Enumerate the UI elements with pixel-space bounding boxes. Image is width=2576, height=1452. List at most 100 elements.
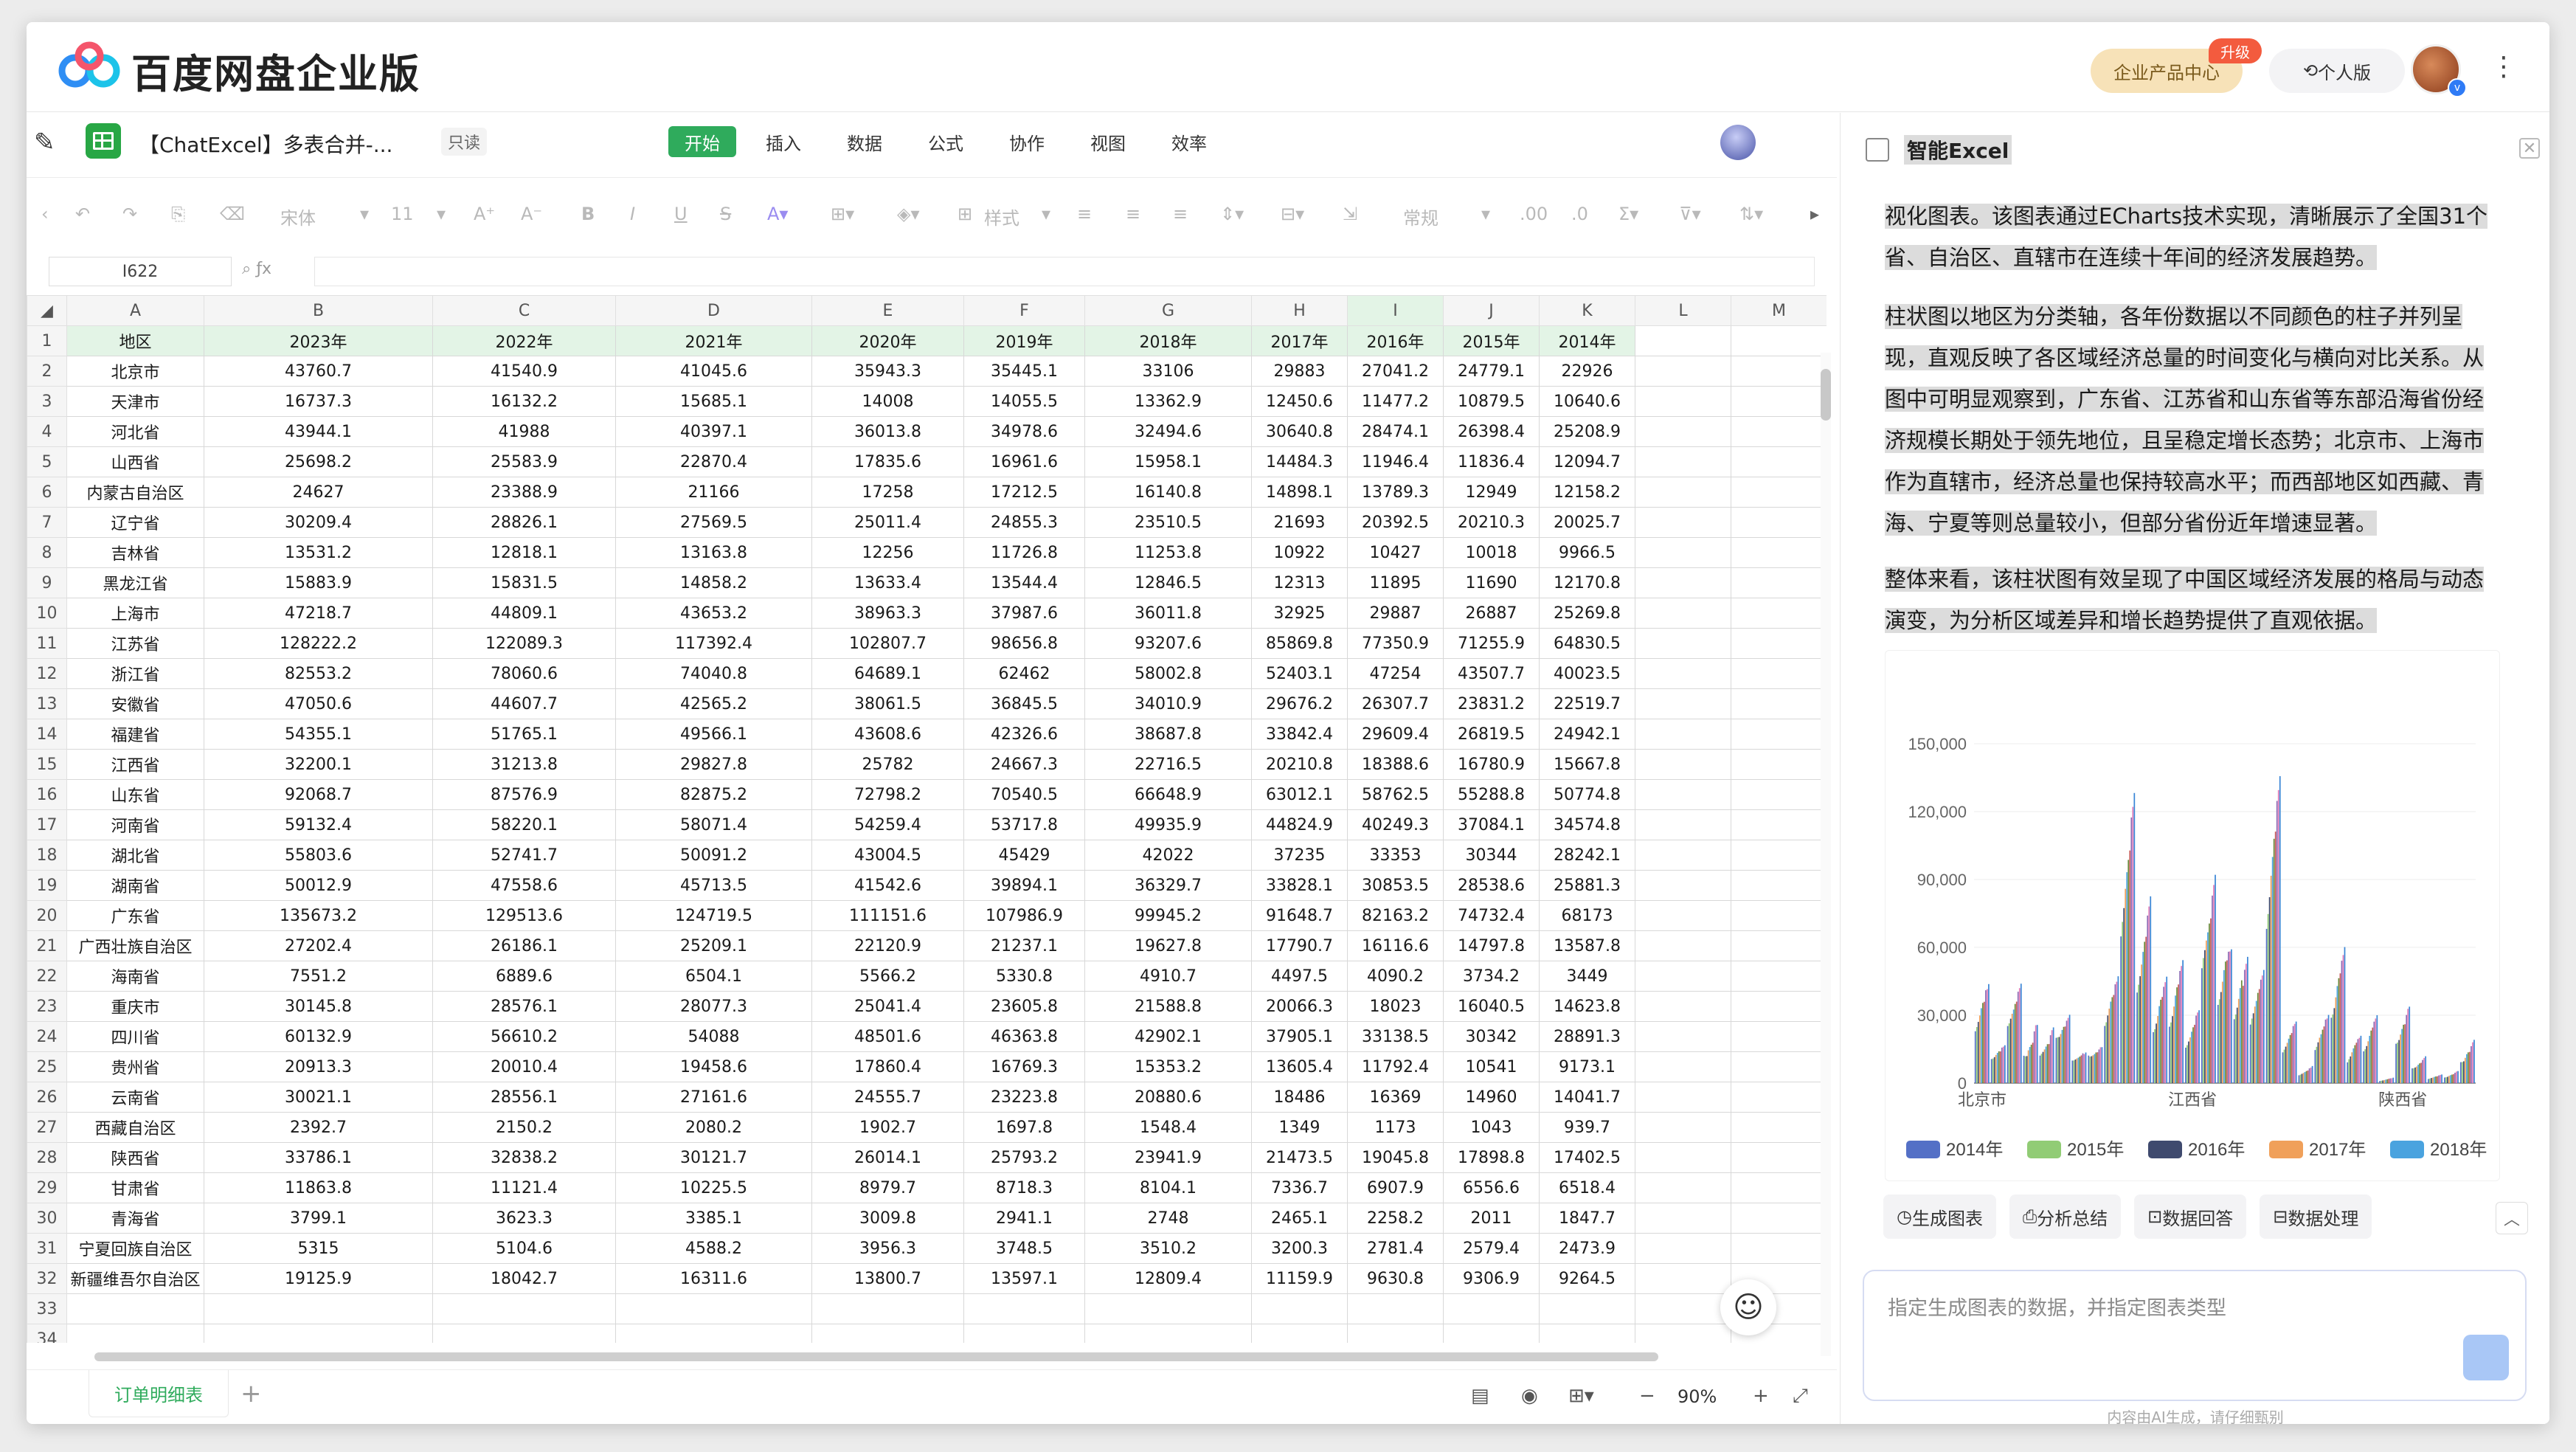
cell[interactable]: 25881.3	[1539, 870, 1635, 901]
cell[interactable]	[1731, 870, 1827, 901]
name-box[interactable]: I622	[49, 257, 232, 286]
cell[interactable]: 34978.6	[963, 416, 1085, 447]
cell[interactable]	[1635, 961, 1731, 992]
cell[interactable]: 27202.4	[204, 930, 433, 961]
cell[interactable]: 33786.1	[204, 1142, 433, 1173]
cell[interactable]: 58002.8	[1084, 658, 1252, 689]
cell[interactable]: 28576.1	[432, 991, 616, 1022]
cell[interactable]	[1731, 325, 1827, 356]
cell[interactable]: 2023年	[204, 325, 433, 356]
cell[interactable]: 25208.9	[1539, 416, 1635, 447]
cell[interactable]: 42902.1	[1084, 1021, 1252, 1052]
cell[interactable]: 12450.6	[1251, 386, 1348, 417]
cell[interactable]: 25583.9	[432, 446, 616, 477]
row-header[interactable]: 10	[27, 598, 67, 629]
row-header[interactable]: 12	[27, 658, 67, 689]
cell[interactable]: 1847.7	[1539, 1203, 1635, 1234]
cell[interactable]: 6504.1	[615, 961, 812, 992]
cell[interactable]: 12094.7	[1539, 446, 1635, 477]
zoom-out-icon[interactable]: −	[1639, 1385, 1655, 1407]
align-center-icon[interactable]: ≡	[1126, 204, 1140, 224]
cell[interactable]: 23510.5	[1084, 507, 1252, 538]
cell[interactable]: 19125.9	[204, 1263, 433, 1294]
cell[interactable]: 11121.4	[432, 1172, 616, 1203]
cell[interactable]: 63012.1	[1251, 779, 1348, 810]
decimal-increase-icon[interactable]: .00	[1520, 204, 1548, 224]
cell[interactable]	[1731, 749, 1827, 780]
cell[interactable]	[1347, 1324, 1444, 1343]
cell[interactable]: 新疆维吾尔自治区	[66, 1263, 204, 1294]
cell[interactable]: 60132.9	[204, 1021, 433, 1052]
cell[interactable]: 32494.6	[1084, 416, 1252, 447]
cell[interactable]: 30145.8	[204, 991, 433, 1022]
cell[interactable]: 11726.8	[963, 537, 1085, 568]
cell[interactable]: 7336.7	[1251, 1172, 1348, 1203]
cell[interactable]: 30209.4	[204, 507, 433, 538]
row-header[interactable]: 30	[27, 1203, 67, 1234]
cell[interactable]	[1731, 900, 1827, 931]
cell[interactable]: 10640.6	[1539, 386, 1635, 417]
cell[interactable]	[1635, 356, 1731, 387]
cell[interactable]: 11477.2	[1347, 386, 1444, 417]
cell[interactable]: 36013.8	[811, 416, 964, 447]
cell[interactable]	[1635, 598, 1731, 629]
align-right-icon[interactable]: ≡	[1173, 204, 1188, 224]
zoom-in-icon[interactable]: +	[1753, 1385, 1769, 1407]
cell[interactable]: 66648.9	[1084, 779, 1252, 810]
row-header[interactable]: 6	[27, 477, 67, 508]
row-header[interactable]: 33	[27, 1293, 67, 1324]
cell[interactable]: 2017年	[1251, 325, 1348, 356]
cell[interactable]: 38963.3	[811, 598, 964, 629]
horizontal-scroll-thumb[interactable]	[94, 1352, 1658, 1361]
cell[interactable]: 42326.6	[963, 719, 1085, 750]
cell[interactable]: 河北省	[66, 416, 204, 447]
cell[interactable]: 30344	[1443, 840, 1540, 871]
cell[interactable]: 广西壮族自治区	[66, 930, 204, 961]
cell[interactable]	[1635, 507, 1731, 538]
cell[interactable]: 3623.3	[432, 1203, 616, 1234]
collapse-icon[interactable]: ︿	[2496, 1202, 2528, 1234]
cell[interactable]	[1443, 1293, 1540, 1324]
cell[interactable]: 102807.7	[811, 628, 964, 659]
cell[interactable]: 62462	[963, 658, 1085, 689]
cell[interactable]: 11253.8	[1084, 537, 1252, 568]
cell[interactable]: 25269.8	[1539, 598, 1635, 629]
cell[interactable]	[1731, 1082, 1827, 1113]
cell[interactable]: 46363.8	[963, 1021, 1085, 1052]
cell[interactable]: 14484.3	[1251, 446, 1348, 477]
cell[interactable]: 44824.9	[1251, 809, 1348, 840]
cell[interactable]	[1539, 1324, 1635, 1343]
chat-input[interactable]: 指定生成图表的数据，并指定图表类型	[1863, 1270, 2527, 1401]
collaborator-avatar[interactable]	[1720, 125, 1756, 160]
cell[interactable]: 37905.1	[1251, 1021, 1348, 1052]
cell[interactable]: 74732.4	[1443, 900, 1540, 931]
row-header[interactable]: 27	[27, 1112, 67, 1143]
sheet-tab[interactable]: 订单明细表	[89, 1370, 229, 1417]
column-header[interactable]: B	[204, 295, 433, 326]
select-all-corner[interactable]: ◢	[27, 295, 67, 326]
cell[interactable]: 2021年	[615, 325, 812, 356]
cell[interactable]: 29609.4	[1347, 719, 1444, 750]
cell[interactable]: 33106	[1084, 356, 1252, 387]
cell[interactable]	[1731, 507, 1827, 538]
cell[interactable]: 26186.1	[432, 930, 616, 961]
cell[interactable]: 40397.1	[615, 416, 812, 447]
cell[interactable]	[1731, 779, 1827, 810]
cell[interactable]: 18023	[1347, 991, 1444, 1022]
cell[interactable]: 37987.6	[963, 598, 1085, 629]
cell[interactable]: 3385.1	[615, 1203, 812, 1234]
cell[interactable]: 20392.5	[1347, 507, 1444, 538]
cell[interactable]: 77350.9	[1347, 628, 1444, 659]
cell[interactable]: 贵州省	[66, 1051, 204, 1082]
row-header[interactable]: 3	[27, 386, 67, 417]
cell[interactable]	[1731, 1142, 1827, 1173]
cell[interactable]: 12949	[1443, 477, 1540, 508]
cell[interactable]: 19627.8	[1084, 930, 1252, 961]
vertical-scrollbar[interactable]	[1821, 353, 1831, 1356]
cell[interactable]: 12313	[1251, 567, 1348, 598]
cell[interactable]: 13633.4	[811, 567, 964, 598]
cell[interactable]: 13789.3	[1347, 477, 1444, 508]
cell[interactable]	[1635, 1263, 1731, 1294]
cell[interactable]: 98656.8	[963, 628, 1085, 659]
cell[interactable]: 49566.1	[615, 719, 812, 750]
